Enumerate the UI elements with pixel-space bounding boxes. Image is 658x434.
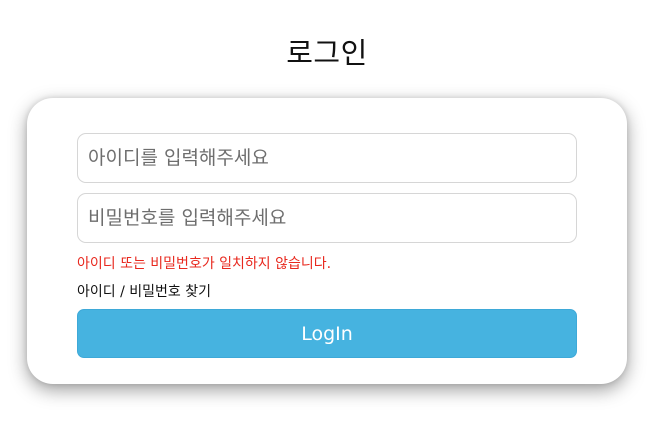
error-message: 아이디 또는 비밀번호가 일치하지 않습니다. [77,256,332,272]
login-button[interactable]: LogIn [77,309,577,358]
id-input[interactable] [77,133,577,183]
find-id-password-link[interactable]: 아이디 / 비밀번호 찾기 [77,281,211,301]
login-page: 로그인 아이디 또는 비밀번호가 일치하지 않습니다. 아이디 / 비밀번호 찾… [0,0,658,434]
password-input[interactable] [77,193,577,243]
login-card: 아이디 또는 비밀번호가 일치하지 않습니다. 아이디 / 비밀번호 찾기 Lo… [27,98,627,384]
page-title: 로그인 [286,36,368,70]
